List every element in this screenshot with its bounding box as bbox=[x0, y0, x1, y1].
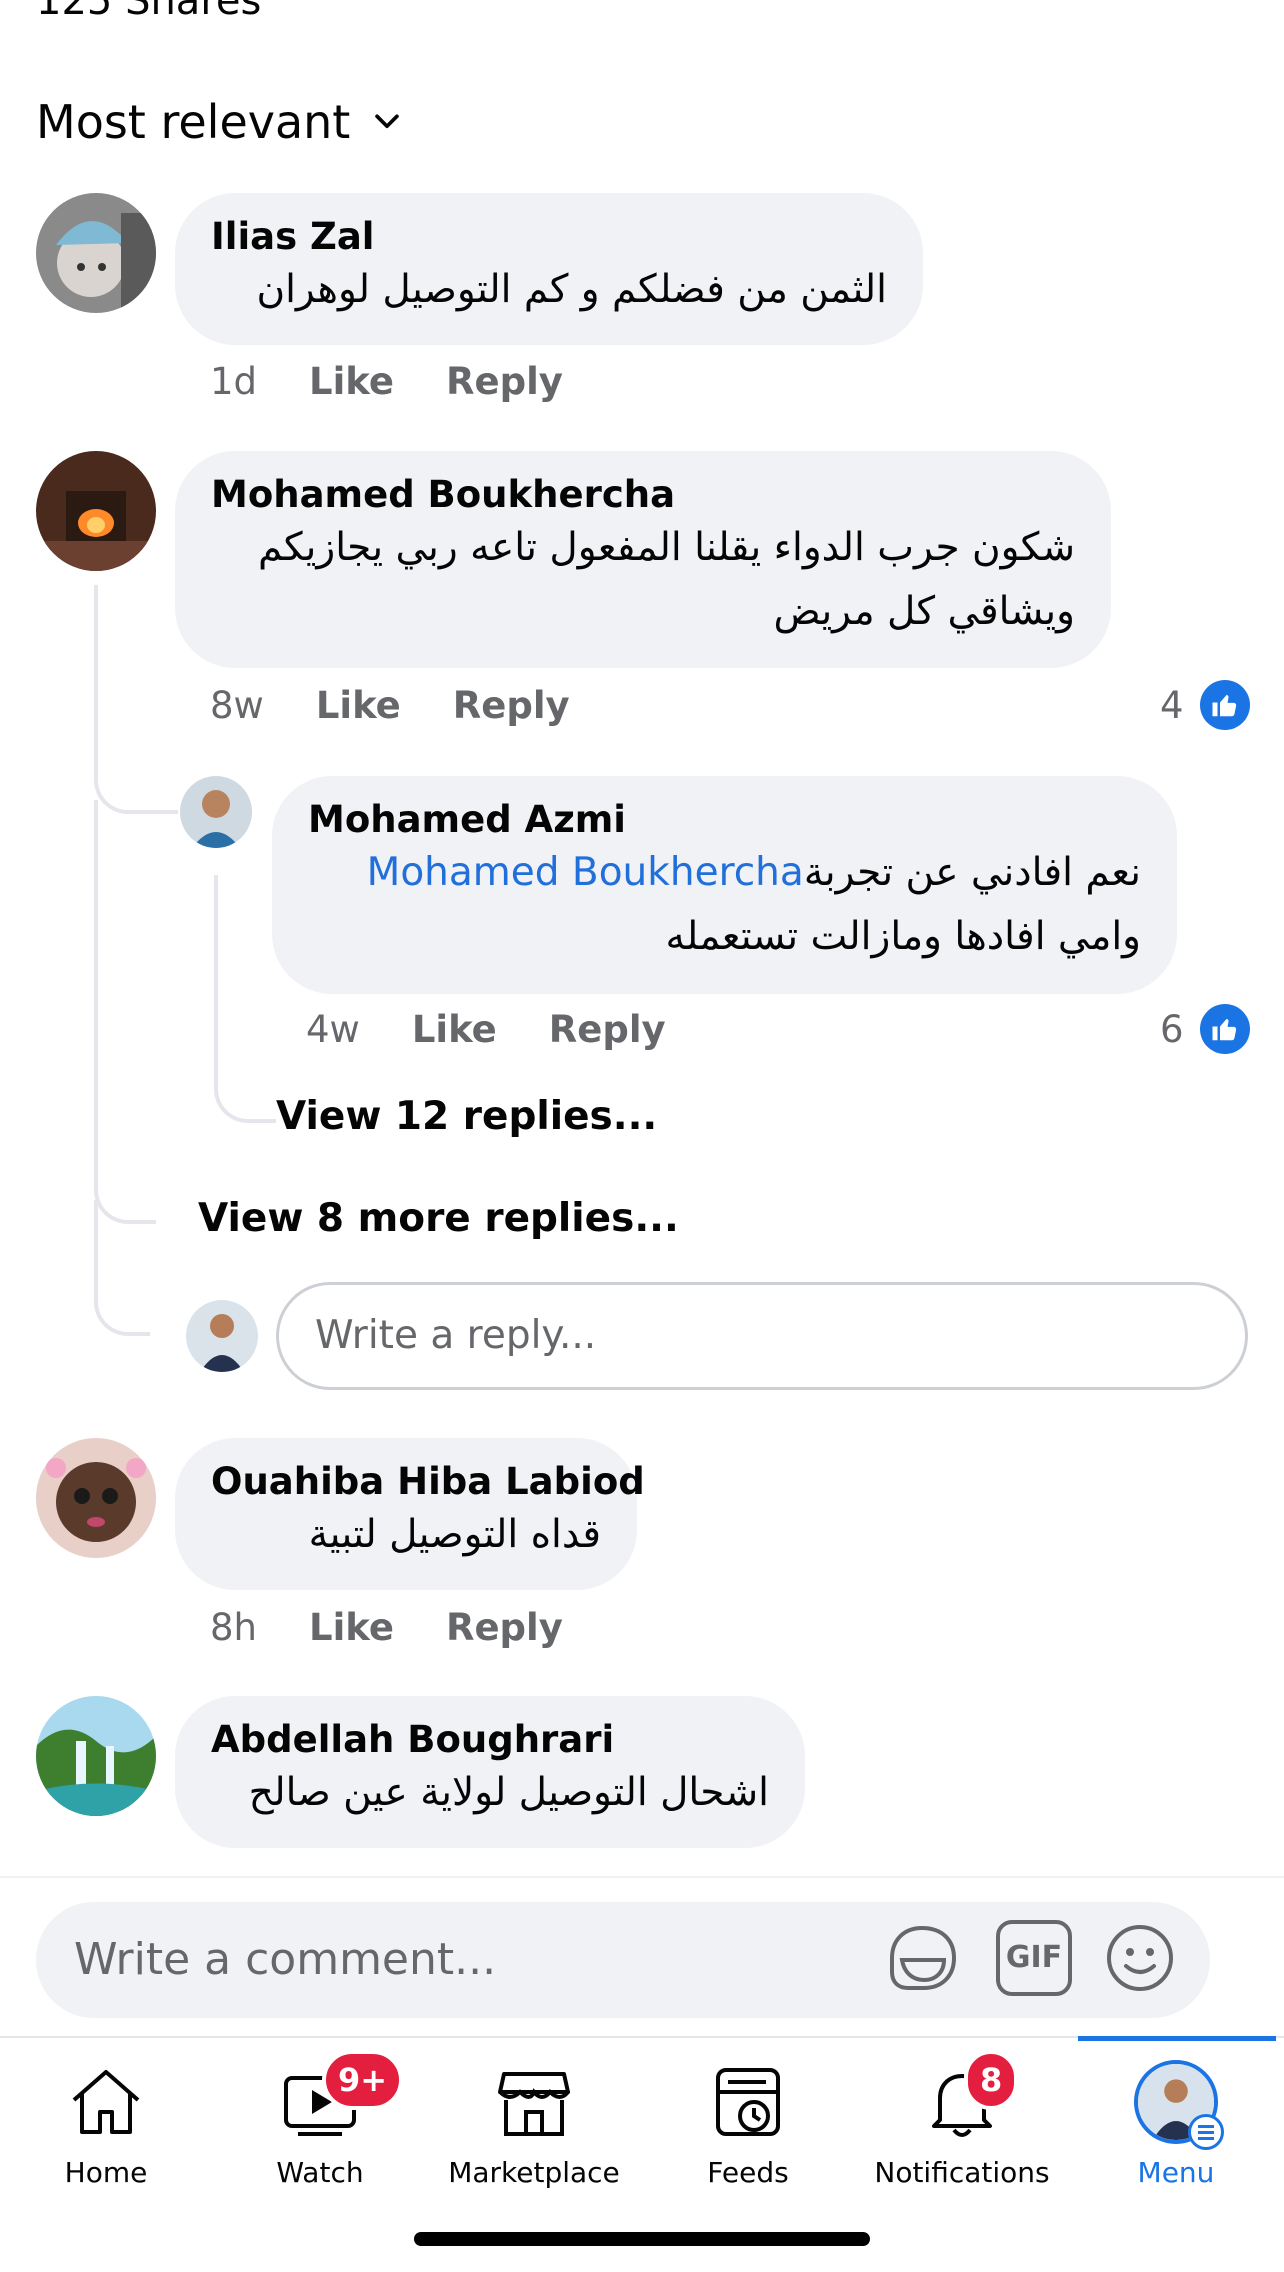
tab-label: Menu bbox=[1137, 2156, 1215, 2189]
view-replies-link[interactable]: View 12 replies... bbox=[276, 1094, 657, 1139]
tab-label: Marketplace bbox=[448, 2156, 620, 2189]
reply-input[interactable]: Write a reply... bbox=[276, 1282, 1248, 1390]
view-more-replies-link[interactable]: View 8 more replies... bbox=[198, 1196, 679, 1241]
reply-time: 4w bbox=[306, 1008, 360, 1051]
feeds-icon bbox=[716, 2068, 780, 2136]
reaction-count[interactable]: 6 bbox=[1160, 1004, 1250, 1054]
avatar bbox=[186, 1300, 258, 1372]
reaction-number: 6 bbox=[1160, 1007, 1184, 1051]
tab-notifications[interactable]: 8 Notifications bbox=[862, 2050, 1062, 2189]
avatar[interactable] bbox=[36, 193, 156, 313]
reply-button[interactable]: Reply bbox=[446, 360, 563, 403]
reply-actions: 4w Like Reply bbox=[306, 1008, 666, 1051]
comment-actions: 8h Like Reply bbox=[210, 1606, 563, 1649]
avatar[interactable] bbox=[36, 1438, 156, 1558]
tab-home[interactable]: Home bbox=[6, 2060, 206, 2189]
comment-time: 1d bbox=[210, 360, 258, 403]
reply-button[interactable]: Reply bbox=[446, 1606, 563, 1649]
tab-menu[interactable]: Menu bbox=[1076, 2060, 1276, 2189]
comment-author[interactable]: Ouahiba Hiba Labiod bbox=[211, 1460, 645, 1503]
reaction-count[interactable]: 4 bbox=[1160, 680, 1250, 730]
home-icon bbox=[72, 2070, 140, 2134]
like-button[interactable]: Like bbox=[309, 1606, 394, 1649]
like-button[interactable]: Like bbox=[309, 360, 394, 403]
chevron-down-icon bbox=[375, 114, 400, 129]
comment-author[interactable]: Abdellah Boughrari bbox=[211, 1718, 769, 1761]
tab-label: Watch bbox=[276, 2156, 364, 2189]
comment-text-line: شكون جرب الدواء يقلنا المفعول تاعه ربي ي… bbox=[258, 525, 1075, 570]
emoji-icon[interactable] bbox=[1102, 1920, 1178, 1996]
sort-dropdown[interactable]: Most relevant bbox=[36, 95, 404, 149]
thread-line bbox=[94, 1200, 150, 1336]
menu-active-indicator bbox=[1078, 2036, 1276, 2041]
comment-time: 8h bbox=[210, 1606, 257, 1649]
thread-line bbox=[94, 800, 156, 1224]
like-button[interactable]: Like bbox=[316, 684, 401, 727]
reply-text-line: نعم افادني عن تجربةMohamed Boukhercha bbox=[308, 841, 1141, 905]
tab-marketplace[interactable]: Marketplace bbox=[434, 2060, 634, 2189]
comment-actions: 8w Like Reply bbox=[210, 684, 570, 727]
reply-text: نعم افادني عن تجربة bbox=[803, 850, 1141, 895]
reply-button[interactable]: Reply bbox=[549, 1008, 666, 1051]
menu-icon bbox=[1188, 2114, 1224, 2150]
home-indicator bbox=[414, 2232, 870, 2246]
like-button[interactable]: Like bbox=[412, 1008, 497, 1051]
gif-button[interactable]: GIF bbox=[996, 1920, 1072, 1996]
comment-bubble[interactable]: Abdellah Boughrari اشحال التوصيل لولاية … bbox=[175, 1696, 805, 1848]
shares-count[interactable]: 125 Shares bbox=[36, 0, 261, 24]
like-reaction-icon bbox=[1199, 1004, 1250, 1054]
watch-badge: 9+ bbox=[322, 2050, 404, 2110]
comment-actions: 1d Like Reply bbox=[210, 360, 563, 403]
thread-line bbox=[94, 585, 178, 814]
notifications-badge: 8 bbox=[964, 2050, 1019, 2110]
tab-label: Notifications bbox=[874, 2156, 1050, 2189]
comment-author[interactable]: Mohamed Boukhercha bbox=[211, 473, 1075, 516]
comment-bubble[interactable]: Mohamed Boukhercha شكون جرب الدواء يقلنا… bbox=[175, 451, 1111, 668]
avatar[interactable] bbox=[36, 1696, 156, 1816]
tab-watch[interactable]: 9+ Watch bbox=[220, 2050, 420, 2189]
gif-label: GIF bbox=[1005, 1940, 1063, 1975]
comment-bubble[interactable]: Ilias Zal الثمن من فضلكم و كم التوصيل لو… bbox=[175, 193, 923, 345]
like-reaction-icon bbox=[1199, 680, 1250, 730]
reply-author[interactable]: Mohamed Azmi bbox=[308, 798, 1141, 841]
mention-link[interactable]: Mohamed Boukhercha bbox=[367, 850, 804, 895]
marketplace-icon bbox=[498, 2072, 570, 2136]
comment-author[interactable]: Ilias Zal bbox=[211, 215, 887, 258]
sort-label: Most relevant bbox=[36, 95, 351, 149]
reply-button[interactable]: Reply bbox=[453, 684, 570, 727]
comment-text-line: ويشاقي كل مريض bbox=[773, 589, 1075, 634]
comment-text: الثمن من فضلكم و كم التوصيل لوهران bbox=[256, 267, 887, 312]
reply-text-line: وامي افادها ومازالت تستعمله bbox=[665, 914, 1141, 959]
avatar[interactable] bbox=[36, 451, 156, 571]
avatar[interactable] bbox=[180, 776, 252, 848]
comment-text: اشحال التوصيل لولاية عين صالح bbox=[248, 1770, 769, 1815]
tab-label: Home bbox=[64, 2156, 148, 2189]
comment-time: 8w bbox=[210, 684, 264, 727]
comment-bubble[interactable]: Ouahiba Hiba Labiod قداه التوصيل لتبية bbox=[175, 1438, 645, 1590]
thread-line bbox=[214, 875, 276, 1123]
reply-bubble[interactable]: Mohamed Azmi نعم افادني عن تجربةMohamed … bbox=[272, 776, 1177, 994]
tab-feeds[interactable]: Feeds bbox=[648, 2060, 848, 2189]
reaction-number: 4 bbox=[1160, 683, 1184, 727]
sticker-icon[interactable] bbox=[884, 1920, 960, 1996]
tab-label: Feeds bbox=[707, 2156, 789, 2189]
comment-text: قداه التوصيل لتبية bbox=[308, 1512, 601, 1557]
